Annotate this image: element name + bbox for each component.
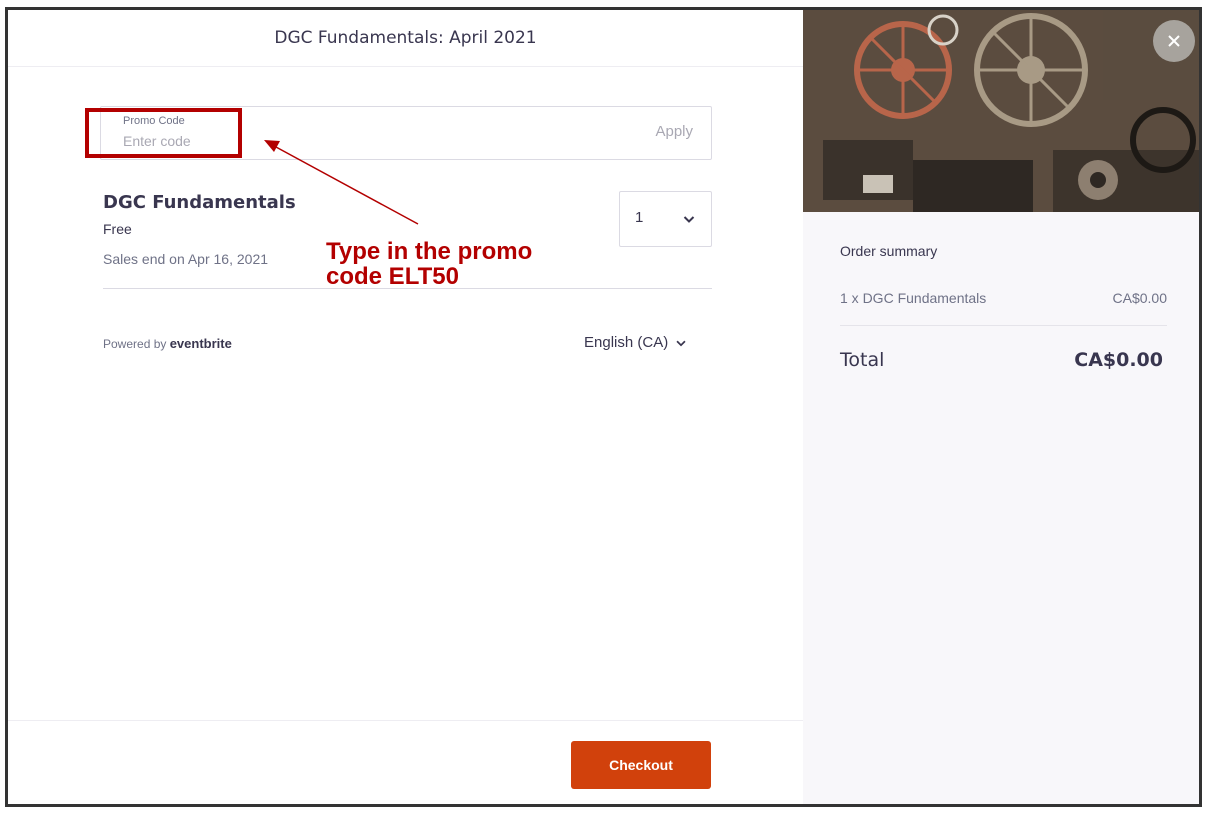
checkout-button[interactable]: Checkout	[571, 741, 711, 789]
ticket-name: DGC Fundamentals	[103, 192, 296, 213]
eventbrite-logo: eventbrite	[169, 336, 232, 351]
divider	[840, 325, 1167, 326]
page-title: DGC Fundamentals: April 2021	[8, 10, 803, 67]
annotation-text: Type in the promo code ELT50	[326, 238, 533, 290]
ticket-price: Free	[103, 221, 132, 237]
total-value: CA$0.00	[1074, 349, 1163, 371]
order-line-item: 1 x DGC Fundamentals CA$0.00	[840, 290, 1167, 306]
order-summary-title: Order summary	[840, 243, 938, 259]
order-line-price: CA$0.00	[1112, 290, 1167, 306]
language-label: English (CA)	[584, 334, 669, 351]
language-select[interactable]: English (CA)	[584, 334, 688, 351]
chevron-down-icon	[683, 216, 695, 223]
ticket-sales-end: Sales end on Apr 16, 2021	[103, 251, 269, 267]
promo-code-field[interactable]: Promo Code Apply	[100, 106, 712, 160]
chevron-down-icon	[676, 340, 686, 346]
promo-code-input[interactable]	[121, 131, 525, 151]
order-line-label: 1 x DGC Fundamentals	[840, 290, 987, 306]
promo-code-label: Promo Code	[123, 115, 185, 127]
powered-by-prefix: Powered by	[103, 337, 170, 351]
apply-button[interactable]: Apply	[649, 122, 699, 141]
powered-by-eventbrite: Powered by eventbrite	[103, 336, 232, 351]
checkout-modal: DGC Fundamentals: April 2021 Promo Code …	[5, 7, 1202, 807]
ticket-selection-pane: DGC Fundamentals: April 2021 Promo Code …	[8, 10, 803, 804]
total-label: Total	[840, 349, 885, 371]
order-summary-pane: Order summary 1 x DGC Fundamentals CA$0.…	[803, 10, 1199, 804]
ticket-quantity-select[interactable]: 1	[619, 191, 712, 247]
event-image	[803, 10, 1199, 212]
close-button[interactable]	[1153, 20, 1195, 62]
ticket-quantity-value: 1	[635, 209, 644, 226]
footer-divider	[8, 720, 803, 721]
close-icon	[1168, 35, 1180, 47]
